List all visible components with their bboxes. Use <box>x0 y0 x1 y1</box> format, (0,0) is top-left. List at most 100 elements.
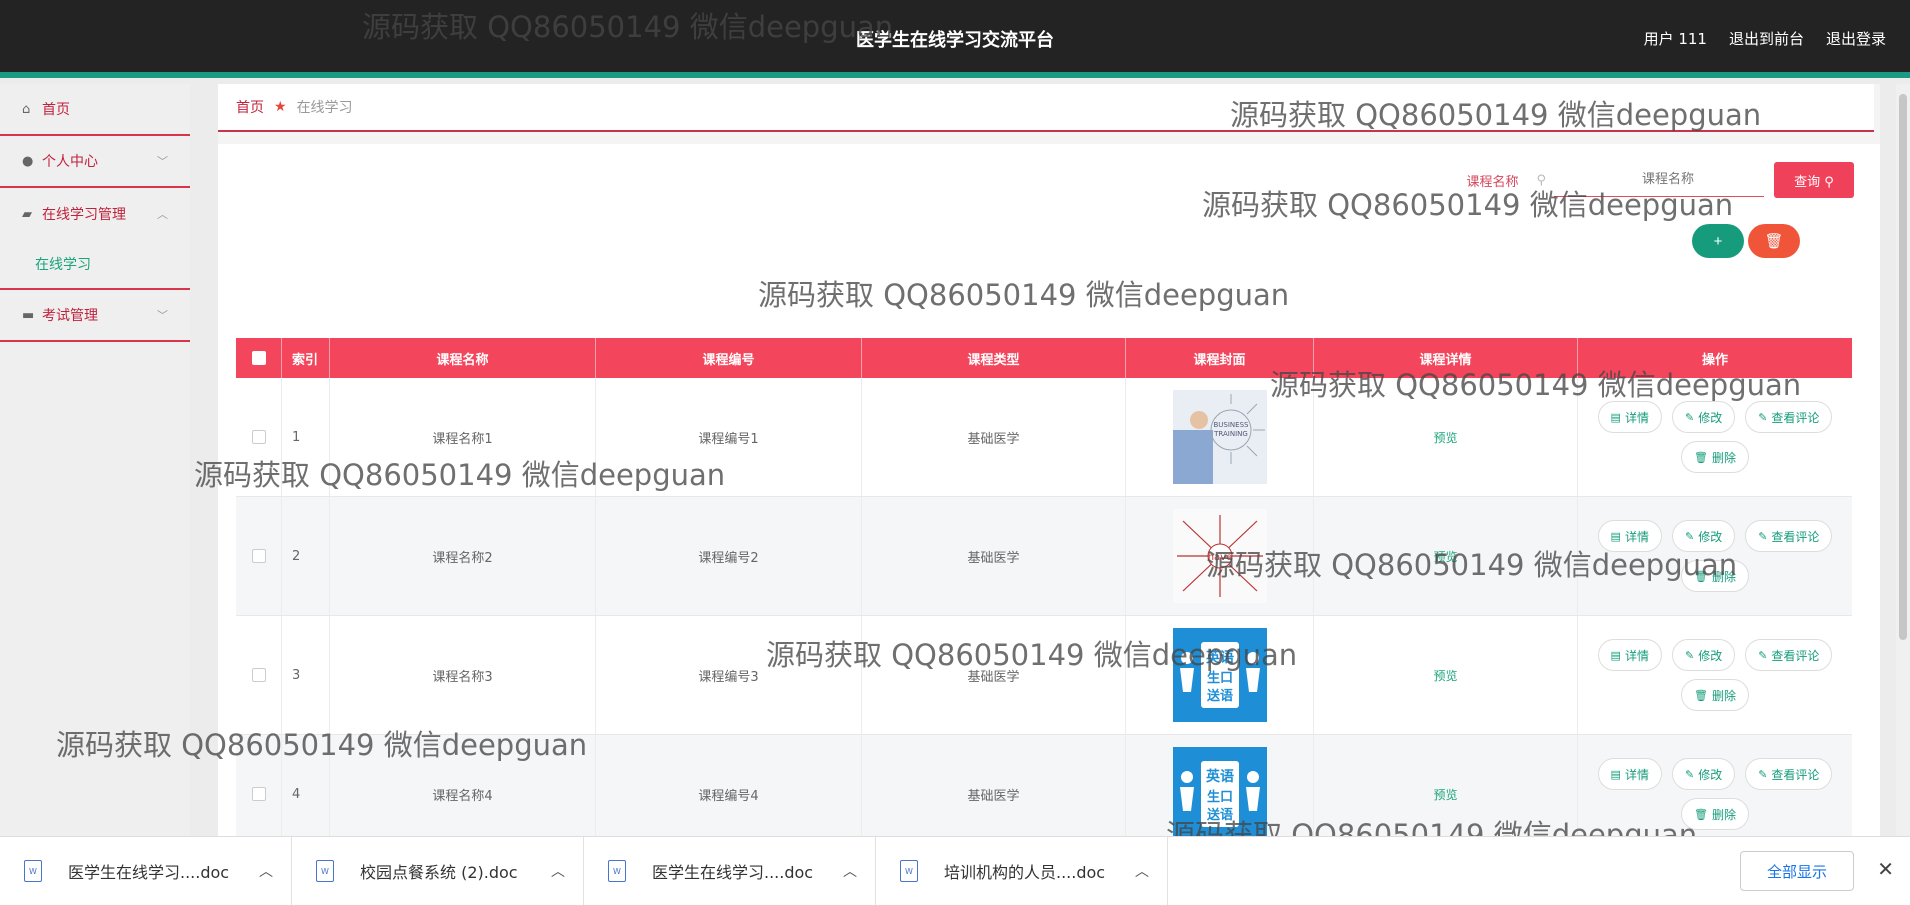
chevron-up-icon[interactable]: ︿ <box>259 861 273 881</box>
logout-link[interactable]: 退出登录 <box>1826 28 1886 49</box>
row-select[interactable] <box>236 497 282 615</box>
row-checkbox[interactable] <box>251 549 266 563</box>
op-label: 详情 <box>1624 648 1649 663</box>
delete-button[interactable]: 🗑 删除 <box>1681 679 1749 711</box>
edit-icon: ✎ <box>1684 410 1695 424</box>
svg-text:BUSINESS: BUSINESS <box>1213 421 1249 429</box>
download-item[interactable]: W 校园点餐系统 (2).doc ︿ <box>292 837 584 905</box>
edit-icon: ✎ <box>1684 648 1695 662</box>
svg-text:英语: 英语 <box>1205 768 1234 785</box>
doc-file-icon: W <box>608 860 626 882</box>
edit-button[interactable]: ✎ 修改 <box>1671 520 1736 552</box>
edit-button[interactable]: ✎ 修改 <box>1671 401 1736 433</box>
edit-icon: ✎ <box>1758 648 1768 662</box>
header-select-all[interactable] <box>236 338 282 378</box>
edit-icon: ✎ <box>1758 767 1768 781</box>
sidebar-item-learning[interactable]: ▰ 在线学习管理 ︿ <box>0 188 190 240</box>
detail-button[interactable]: ▤ 详情 <box>1597 520 1662 552</box>
content-panel: 课程名称 ⚲ 查询 ⚲ + 🗑 索引 课程名称 课程编号 课程类型 课程封面 课… <box>218 144 1880 854</box>
download-item[interactable]: W 医学生在线学习....doc ︿ <box>584 837 876 905</box>
download-item[interactable]: W 培训机构的人员....doc ︿ <box>876 837 1168 905</box>
close-icon[interactable]: ✕ <box>1877 857 1894 881</box>
preview-link[interactable]: 预览 <box>1433 429 1457 446</box>
breadcrumb-home[interactable]: 首页 <box>236 97 264 117</box>
op-label: 修改 <box>1698 648 1723 663</box>
view-reviews-button[interactable]: ✎ 查看评论 <box>1745 401 1833 433</box>
row-select[interactable] <box>236 378 282 496</box>
sidebar-item-label: 在线学习管理 <box>42 207 126 223</box>
search-input[interactable] <box>1554 163 1764 197</box>
briefcase-icon: ▬ <box>22 307 35 323</box>
trash-icon: 🗑 <box>1694 688 1708 702</box>
preview-link[interactable]: 预览 <box>1433 667 1457 684</box>
view-reviews-button[interactable]: ✎ 查看评论 <box>1745 520 1833 552</box>
cell-ops: ▤ 详情 ✎ 修改 ✎ 查看评论 🗑 删除 <box>1578 497 1852 615</box>
download-item[interactable]: W 医学生在线学习....doc ︿ <box>0 837 292 905</box>
cell-ops: ▤ 详情 ✎ 修改 ✎ 查看评论 🗑 删除 <box>1578 378 1852 496</box>
document-icon: ▤ <box>1610 648 1621 662</box>
vertical-scrollbar[interactable] <box>1896 84 1910 836</box>
sidebar-item-exam[interactable]: ▬ 考试管理 ﹀ <box>0 290 190 342</box>
preview-link[interactable]: 预览 <box>1433 548 1457 565</box>
sidebar-item-personal[interactable]: ● 个人中心 ﹀ <box>0 136 190 188</box>
chevron-down-icon: ﹀ <box>157 309 168 322</box>
op-label: 详情 <box>1624 410 1649 425</box>
header-cell: 课程编号 <box>596 338 862 378</box>
row-checkbox[interactable] <box>251 430 266 444</box>
header-cell: 课程封面 <box>1126 338 1314 378</box>
view-reviews-button[interactable]: ✎ 查看评论 <box>1745 758 1833 790</box>
document-icon: ▤ <box>1610 767 1621 781</box>
preview-link[interactable]: 预览 <box>1433 786 1457 803</box>
trash-icon: 🗑 <box>1694 807 1708 821</box>
op-label: 查看评论 <box>1771 648 1820 663</box>
detail-button[interactable]: ▤ 详情 <box>1597 401 1662 433</box>
sidebar-item-home[interactable]: ⌂ 首页 <box>0 84 190 136</box>
english-corner-image: 英语 生口 送语 <box>1172 747 1267 841</box>
row-checkbox[interactable] <box>251 668 266 682</box>
user-name[interactable]: 用户 111 <box>1644 28 1707 49</box>
to-frontend-link[interactable]: 退出到前台 <box>1729 28 1804 49</box>
delete-button[interactable]: 🗑 删除 <box>1681 560 1749 592</box>
edit-button[interactable]: ✎ 修改 <box>1671 758 1736 790</box>
op-label: 删除 <box>1711 688 1736 703</box>
cell-cover: BUSINESS TRAINING <box>1126 378 1314 496</box>
row-checkbox[interactable] <box>251 787 266 801</box>
header-cell: 索引 <box>282 338 330 378</box>
add-button[interactable]: + <box>1692 224 1744 258</box>
cell-cover: have <box>1126 497 1314 615</box>
header-actions: 用户 111 退出到前台 退出登录 <box>1644 28 1886 49</box>
svg-text:生口: 生口 <box>1206 789 1232 805</box>
op-label: 详情 <box>1624 529 1649 544</box>
doc-file-icon: W <box>316 860 334 882</box>
batch-delete-button[interactable]: 🗑 <box>1748 224 1800 258</box>
delete-button[interactable]: 🗑 删除 <box>1681 441 1749 473</box>
row-select[interactable] <box>236 616 282 734</box>
chevron-up-icon[interactable]: ︿ <box>843 861 857 881</box>
cell-type: 基础医学 <box>862 616 1126 734</box>
cell-cover: 英语 生口 送语 <box>1126 616 1314 734</box>
edit-icon: ✎ <box>1684 529 1695 543</box>
view-reviews-button[interactable]: ✎ 查看评论 <box>1745 639 1833 671</box>
edit-icon: ✎ <box>1684 767 1695 781</box>
breadcrumb-current: 在线学习 <box>296 100 353 116</box>
chevron-up-icon[interactable]: ︿ <box>551 861 565 881</box>
query-button[interactable]: 查询 ⚲ <box>1774 162 1854 198</box>
course-table: 索引 课程名称 课程编号 课程类型 课程封面 课程详情 操作 1 课程名称1 课… <box>236 338 1852 854</box>
sidebar-subitem-online-learning[interactable]: 在线学习 <box>0 240 190 290</box>
edit-button[interactable]: ✎ 修改 <box>1671 639 1736 671</box>
delete-button[interactable]: 🗑 删除 <box>1681 798 1749 830</box>
cell-ops: ▤ 详情 ✎ 修改 ✎ 查看评论 🗑 删除 <box>1578 616 1852 734</box>
sidebar: ⌂ 首页 ● 个人中心 ﹀ ▰ 在线学习管理 ︿ 在线学习 ▬ 考试管理 ﹀ <box>0 84 190 836</box>
svg-text:生口: 生口 <box>1206 670 1232 686</box>
chevron-up-icon[interactable]: ︿ <box>1135 861 1149 881</box>
op-label: 查看评论 <box>1771 767 1820 782</box>
select-all-checkbox[interactable] <box>251 351 266 365</box>
row-actions: ▤ 详情 ✎ 修改 ✎ 查看评论 🗑 删除 <box>1590 401 1840 473</box>
cell-detail: 预览 <box>1314 378 1578 496</box>
detail-button[interactable]: ▤ 详情 <box>1597 758 1662 790</box>
scrollbar-thumb[interactable] <box>1899 94 1907 640</box>
detail-button[interactable]: ▤ 详情 <box>1597 639 1662 671</box>
cell-name: 课程名称1 <box>330 378 596 496</box>
show-all-button[interactable]: 全部显示 <box>1740 851 1854 891</box>
header-cell: 课程名称 <box>330 338 596 378</box>
